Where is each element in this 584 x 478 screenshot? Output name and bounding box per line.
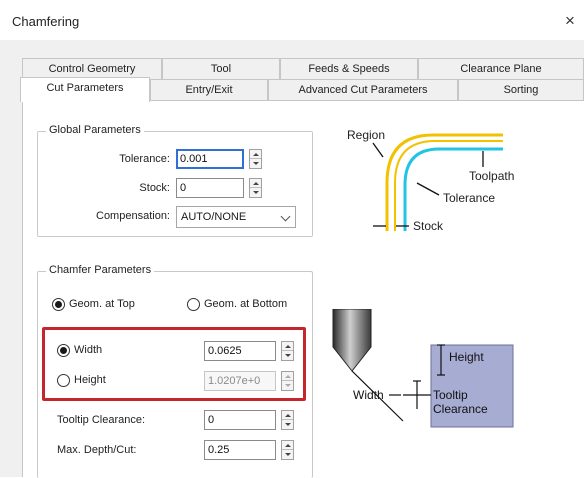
tab-sorting[interactable]: Sorting bbox=[458, 79, 584, 101]
region-label: Region bbox=[347, 128, 385, 142]
chevron-down-icon bbox=[280, 211, 291, 222]
height-radio[interactable] bbox=[57, 374, 70, 387]
height-diagram-label: Height bbox=[449, 350, 484, 364]
tooltip-clearance-input[interactable] bbox=[204, 410, 276, 430]
chamfer-parameters-group: Chamfer Parameters Geom. at Top Geom. at… bbox=[37, 264, 313, 478]
spin-down-icon[interactable] bbox=[250, 159, 261, 168]
tooltip-clearance-label: Tooltip Clearance: bbox=[57, 414, 146, 426]
geom-at-bottom-label: Geom. at Bottom bbox=[204, 298, 288, 310]
spin-down-icon[interactable] bbox=[282, 420, 293, 429]
cut-parameters-panel: Global Parameters Tolerance: Stock: Comp… bbox=[22, 100, 584, 478]
max-depth-label: Max. Depth/Cut: bbox=[57, 444, 137, 456]
spin-down-icon[interactable] bbox=[250, 188, 261, 197]
geom-at-top-label: Geom. at Top bbox=[69, 298, 135, 310]
spin-down-icon[interactable] bbox=[282, 450, 293, 459]
tab-clearance-plane[interactable]: Clearance Plane bbox=[418, 58, 584, 80]
spin-up-icon[interactable] bbox=[250, 179, 261, 188]
geom-at-bottom-radio[interactable] bbox=[187, 298, 200, 311]
tolerance-spinner[interactable] bbox=[249, 149, 262, 169]
global-parameters-title: Global Parameters bbox=[46, 124, 144, 136]
tab-tool[interactable]: Tool bbox=[162, 58, 280, 80]
height-label: Height bbox=[74, 374, 106, 386]
tolerance-input[interactable] bbox=[176, 149, 244, 169]
stock-spinner[interactable] bbox=[249, 178, 262, 198]
close-icon[interactable]: × bbox=[556, 8, 584, 34]
chamfering-dialog: Chamfering × Control Geometry Tool Feeds… bbox=[0, 0, 584, 478]
max-depth-spinner[interactable] bbox=[281, 440, 294, 460]
width-radio[interactable] bbox=[57, 344, 70, 357]
global-parameters-group: Global Parameters Tolerance: Stock: Comp… bbox=[37, 124, 313, 237]
tab-entry-exit[interactable]: Entry/Exit bbox=[150, 79, 268, 101]
tab-feeds-speeds[interactable]: Feeds & Speeds bbox=[280, 58, 418, 80]
spin-up-icon[interactable] bbox=[250, 150, 261, 159]
tooltip-clearance-spinner[interactable] bbox=[281, 410, 294, 430]
height-spinner[interactable] bbox=[281, 371, 294, 391]
compensation-value: AUTO/NONE bbox=[181, 211, 247, 223]
geom-at-top-radio[interactable] bbox=[52, 298, 65, 311]
stock-label: Stock: bbox=[139, 182, 170, 194]
width-diagram-label: Width bbox=[353, 388, 384, 402]
spin-up-icon[interactable] bbox=[282, 372, 293, 381]
tolerance-label: Tolerance: bbox=[119, 153, 170, 165]
chamfer-tool bbox=[332, 309, 372, 372]
window-title: Chamfering bbox=[12, 14, 80, 29]
tab-advanced-cut-parameters[interactable]: Advanced Cut Parameters bbox=[268, 79, 458, 101]
tolerance-diagram-label: Tolerance bbox=[443, 191, 495, 205]
spin-up-icon[interactable] bbox=[282, 342, 293, 351]
region-pointer bbox=[372, 142, 384, 158]
toolpath-label: Toolpath bbox=[469, 169, 514, 183]
spin-up-icon[interactable] bbox=[282, 411, 293, 420]
stock-diagram-label: Stock bbox=[413, 219, 444, 233]
tolerance-pointer bbox=[416, 182, 440, 196]
compensation-label: Compensation: bbox=[96, 210, 170, 222]
width-spinner[interactable] bbox=[281, 341, 294, 361]
height-input[interactable] bbox=[204, 371, 276, 391]
spin-down-icon[interactable] bbox=[282, 381, 293, 390]
title-bar: Chamfering × bbox=[0, 0, 584, 40]
tooltip-diagram-label: Tooltip bbox=[433, 388, 468, 402]
spin-up-icon[interactable] bbox=[282, 441, 293, 450]
tab-cut-parameters[interactable]: Cut Parameters bbox=[20, 77, 150, 102]
compensation-select[interactable]: AUTO/NONE bbox=[176, 206, 296, 228]
width-input[interactable] bbox=[204, 341, 276, 361]
max-depth-input[interactable] bbox=[204, 440, 276, 460]
width-label: Width bbox=[74, 344, 103, 356]
spin-down-icon[interactable] bbox=[282, 351, 293, 360]
stock-input[interactable] bbox=[176, 178, 244, 198]
region-path bbox=[394, 140, 503, 231]
clearance-diagram-label: Clearance bbox=[433, 402, 488, 416]
region-diagram: Region Toolpath Tolerance Stock bbox=[347, 128, 514, 233]
chamfer-diagram: Height Width Tooltip Clearance bbox=[332, 309, 514, 428]
chamfer-parameters-title: Chamfer Parameters bbox=[46, 264, 155, 276]
